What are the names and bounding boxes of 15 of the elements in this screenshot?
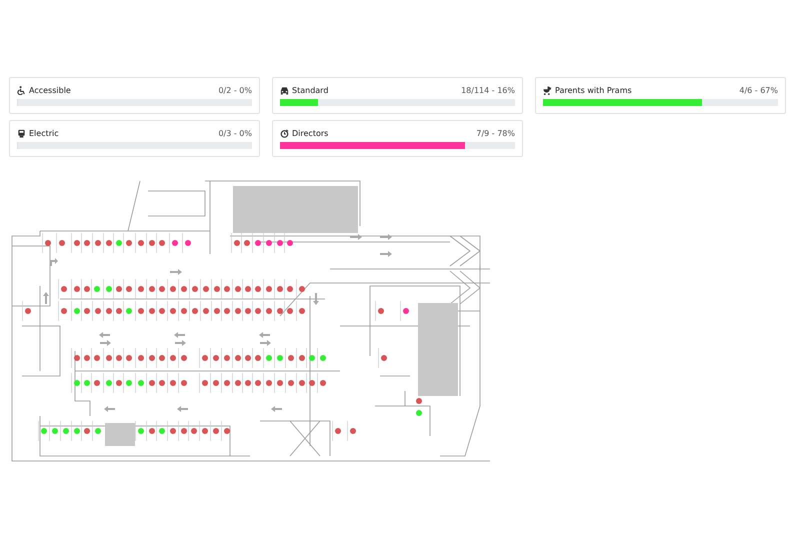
- car-icon: [280, 86, 289, 94]
- category-label: Standard: [292, 86, 328, 94]
- clock-icon: [280, 128, 289, 138]
- category-label: Directors: [292, 128, 328, 138]
- category-label: Accessible: [29, 86, 71, 94]
- category-label: Electric: [29, 128, 59, 138]
- occupancy-count: 0/3 - 0%: [218, 128, 252, 138]
- occupancy-count: 0/2 - 0%: [218, 86, 252, 94]
- charger-icon: [17, 128, 26, 138]
- pram-icon: [543, 86, 552, 94]
- wheelchair-icon: [17, 86, 26, 94]
- occupancy-count: 7/9 - 78%: [476, 128, 515, 138]
- category-label: Parents with Prams: [555, 86, 632, 94]
- occupancy-count: 4/6 - 67%: [739, 86, 778, 94]
- occupancy-count: 18/114 - 16%: [461, 86, 515, 94]
